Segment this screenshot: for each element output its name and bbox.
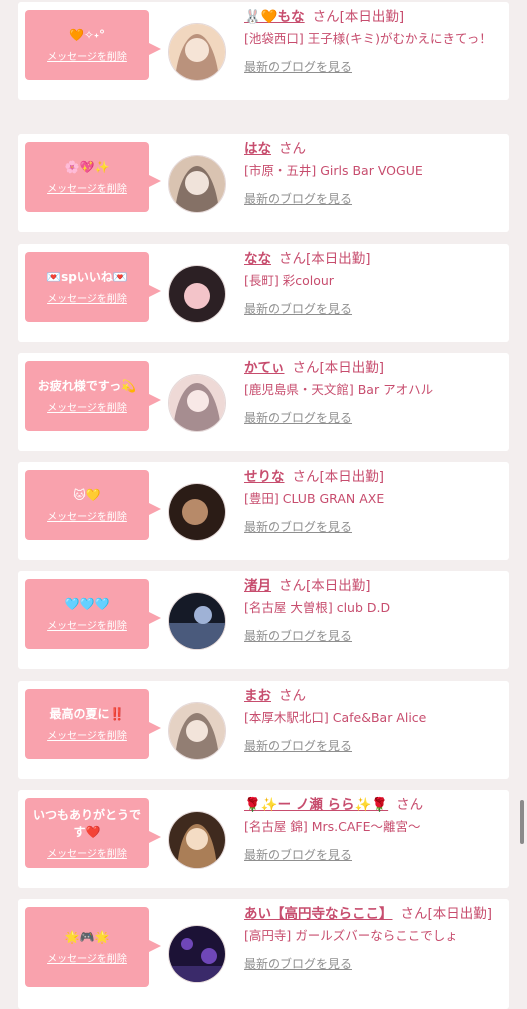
shop-info: [名古屋 大曽根] club D.D	[244, 600, 391, 615]
latest-blog-link[interactable]: 最新のブログを見る	[244, 409, 352, 426]
latest-blog-link[interactable]: 最新のブログを見る	[244, 300, 352, 317]
shop-info: [名古屋 錦] Mrs.CAFE〜離宮〜	[244, 819, 421, 834]
message-text: 🌸💖✨	[64, 160, 110, 174]
avatar[interactable]	[168, 483, 226, 541]
delete-message-link[interactable]: メッセージを削除	[47, 508, 127, 523]
avatar[interactable]	[168, 702, 226, 760]
avatar[interactable]	[168, 23, 226, 81]
message-text: 🩵🩵🩵	[64, 597, 110, 611]
cast-name-link[interactable]: 🐰🧡もな	[244, 9, 305, 25]
cast-card: お疲れ様ですっ💫 メッセージを削除 かてぃ さん[本日出勤] [鹿児島県・天文館]…	[18, 353, 509, 451]
avatar[interactable]	[168, 155, 226, 213]
message-bubble: お疲れ様ですっ💫 メッセージを削除	[25, 361, 161, 431]
cast-name-link[interactable]: かてぃ	[244, 360, 285, 376]
message-bubble: 最高の夏に‼️ メッセージを削除	[25, 689, 161, 759]
name-suffix: さん	[279, 141, 306, 157]
latest-blog-link[interactable]: 最新のブログを見る	[244, 58, 352, 75]
shop-info: [本厚木駅北口] Cafe&Bar Alice	[244, 710, 427, 725]
latest-blog-link[interactable]: 最新のブログを見る	[244, 846, 352, 863]
message-bubble: いつもありがとうです❤️ メッセージを削除	[25, 798, 161, 868]
latest-blog-link[interactable]: 最新のブログを見る	[244, 955, 352, 972]
delete-message-link[interactable]: メッセージを削除	[47, 617, 127, 632]
name-suffix: さん[本日出勤]	[279, 251, 371, 267]
shop-info: [高円寺] ガールズバーならここでしょ	[244, 928, 458, 943]
cast-card: 最高の夏に‼️ メッセージを削除 まお さん [本厚木駅北口] Cafe&Bar …	[18, 681, 509, 779]
shop-info: [豊田] CLUB GRAN AXE	[244, 491, 385, 506]
cast-card: 🌸💖✨ メッセージを削除 はな さん [市原・五井] Girls Bar VOGU…	[18, 134, 509, 232]
vertical-scrollbar[interactable]	[520, 800, 524, 844]
delete-message-link[interactable]: メッセージを削除	[47, 48, 127, 63]
cast-card: 🌟🎮🌟 メッセージを削除 あい【高円寺ならここ】 さん[本日出勤] [高円寺] ガ…	[18, 899, 509, 1009]
cast-card: 💌spいいね💌 メッセージを削除 なな さん[本日出勤] [長町] 彩colour…	[18, 244, 509, 342]
latest-blog-link[interactable]: 最新のブログを見る	[244, 737, 352, 754]
message-text: 🐱💛	[73, 488, 101, 502]
delete-message-link[interactable]: メッセージを削除	[47, 290, 127, 305]
delete-message-link[interactable]: メッセージを削除	[47, 399, 127, 414]
latest-blog-link[interactable]: 最新のブログを見る	[244, 190, 352, 207]
message-text: 🧡✧˖°	[69, 28, 105, 42]
message-text: お疲れ様ですっ💫	[37, 379, 137, 393]
name-suffix: さん[本日出勤]	[400, 906, 493, 922]
cast-name-link[interactable]: はな	[244, 141, 271, 157]
message-text: 🌟🎮🌟	[64, 930, 110, 944]
cast-card: 🐱💛 メッセージを削除 せりな さん[本日出勤] [豊田] CLUB GRAN A…	[18, 462, 509, 560]
message-text: 💌spいいね💌	[46, 270, 128, 284]
delete-message-link[interactable]: メッセージを削除	[47, 950, 127, 965]
delete-message-link[interactable]: メッセージを削除	[47, 727, 127, 742]
name-suffix: さん	[396, 797, 424, 813]
message-bubble: 🩵🩵🩵 メッセージを削除	[25, 579, 161, 649]
delete-message-link[interactable]: メッセージを削除	[47, 845, 127, 860]
name-suffix: さん[本日出勤]	[312, 9, 405, 25]
latest-blog-link[interactable]: 最新のブログを見る	[244, 627, 352, 644]
shop-info: [市原・五井] Girls Bar VOGUE	[244, 163, 423, 178]
avatar[interactable]	[168, 925, 226, 983]
cast-card: 🩵🩵🩵 メッセージを削除 渚月 さん[本日出勤] [名古屋 大曽根] club D…	[18, 571, 509, 669]
avatar[interactable]	[168, 374, 226, 432]
name-suffix: さん[本日出勤]	[279, 578, 371, 594]
message-bubble: 🐱💛 メッセージを削除	[25, 470, 161, 540]
avatar[interactable]	[168, 592, 226, 650]
message-text: 最高の夏に‼️	[49, 707, 125, 721]
shop-info: [池袋西口] 王子様(キミ)がむかえにきてっ！	[244, 31, 492, 46]
avatar[interactable]	[168, 811, 226, 869]
message-bubble: 🌸💖✨ メッセージを削除	[25, 142, 161, 212]
cast-name-link[interactable]: まお	[244, 688, 271, 704]
message-bubble: 🧡✧˖° メッセージを削除	[25, 10, 161, 80]
name-suffix: さん[本日出勤]	[292, 469, 385, 485]
shop-info: [鹿児島県・天文館] Bar アオハル	[244, 382, 434, 397]
cast-name-link[interactable]: あい【高円寺ならここ】	[244, 906, 393, 922]
message-text: いつもありがとうです❤️	[32, 807, 141, 839]
shop-info: [長町] 彩colour	[244, 273, 334, 288]
cast-name-link[interactable]: 渚月	[244, 578, 271, 594]
message-bubble: 💌spいいね💌 メッセージを削除	[25, 252, 161, 322]
cast-card: 🧡✧˖° メッセージを削除 🐰🧡もな さん[本日出勤] [池袋西口] 王子様(キミ…	[18, 2, 509, 100]
cast-name-link[interactable]: なな	[244, 251, 271, 267]
latest-blog-link[interactable]: 最新のブログを見る	[244, 518, 352, 535]
message-bubble: 🌟🎮🌟 メッセージを削除	[25, 907, 161, 987]
name-suffix: さん	[279, 688, 306, 704]
name-suffix: さん[本日出勤]	[292, 360, 385, 376]
cast-card: いつもありがとうです❤️ メッセージを削除 🌹✨ー ノ瀬 らら✨🌹 さん [名古屋…	[18, 790, 509, 888]
avatar[interactable]	[168, 265, 226, 323]
cast-name-link[interactable]: 🌹✨ー ノ瀬 らら✨🌹	[244, 797, 388, 813]
cast-name-link[interactable]: せりな	[244, 469, 285, 485]
delete-message-link[interactable]: メッセージを削除	[47, 180, 127, 195]
